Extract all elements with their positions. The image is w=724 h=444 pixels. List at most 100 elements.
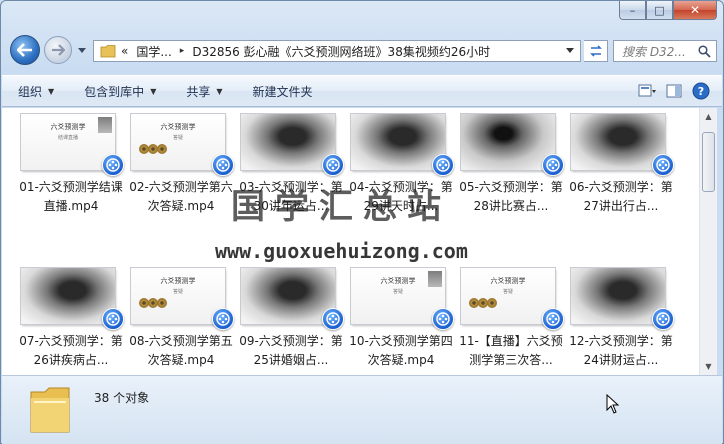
video-thumbnail (351, 114, 445, 170)
film-reel-icon (216, 158, 230, 172)
coins-icon (139, 298, 167, 308)
video-thumbnail: 六爻预测学 答疑 (351, 268, 445, 324)
video-thumbnail (571, 268, 665, 324)
thumbnail-title: 六爻预测学 (160, 123, 196, 131)
back-button[interactable] (10, 35, 40, 65)
file-name: 10-六爻预测学第四次答疑.mp4 (349, 334, 453, 367)
view-options-icon[interactable] (638, 83, 656, 99)
scroll-down-icon[interactable]: ▼ (700, 358, 717, 375)
search-placeholder: 搜索 D32... (622, 44, 686, 59)
include-in-library-menu[interactable]: 包含到库中 ▼ (84, 83, 156, 100)
search-input[interactable]: 搜索 D32... (613, 40, 717, 62)
film-reel-icon (656, 312, 670, 326)
media-player-icon (432, 308, 454, 330)
thumbnail-subtitle: 答疑 (172, 289, 183, 295)
thumbnail-subtitle: 答疑 (172, 135, 183, 141)
share-menu[interactable]: 共享 ▼ (186, 83, 222, 100)
scrollbar-thumb[interactable] (702, 132, 715, 192)
file-item[interactable]: 12-六爻预测学：第24讲财运占... (566, 268, 676, 375)
address-chevrons[interactable]: « (121, 44, 128, 58)
film-reel-icon (546, 312, 560, 326)
media-player-icon (322, 154, 344, 176)
media-player-icon (102, 154, 124, 176)
file-item[interactable]: 05-六爻预测学：第28讲比赛占... (456, 114, 566, 268)
file-name: 02-六爻预测学第六次答疑.mp4 (129, 180, 233, 213)
view-controls: ? (628, 82, 710, 100)
film-reel-icon (326, 312, 340, 326)
film-reel-icon (106, 312, 120, 326)
folder-icon (100, 45, 116, 58)
file-name: 01-六爻预测学结课直播.mp4 (19, 180, 123, 213)
video-thumbnail (21, 268, 115, 324)
file-name: 09-六爻预测学：第25讲婚姻占... (239, 334, 343, 367)
breadcrumb-root[interactable]: 国学... (136, 43, 171, 60)
video-thumbnail (241, 114, 335, 170)
video-thumbnail (241, 268, 335, 324)
file-item[interactable]: 六爻预测学 答疑 11-【直播】六爻预测学第三次答... (456, 268, 566, 375)
media-player-icon (322, 308, 344, 330)
scroll-up-icon[interactable]: ▲ (700, 108, 717, 125)
media-player-icon (432, 154, 454, 176)
video-thumbnail (571, 114, 665, 170)
video-thumbnail: 六爻预测学 答疑 (131, 114, 225, 170)
minimize-button[interactable]: – (619, 1, 646, 20)
file-name: 11-【直播】六爻预测学第三次答... (459, 334, 563, 367)
address-bar[interactable]: « 国学... ▸ D32856 彭心融《六爻预测网络班》38集视频约26小时 (93, 40, 581, 62)
breadcrumb-separator[interactable]: ▸ (180, 46, 185, 56)
address-dropdown-button[interactable] (559, 41, 581, 61)
explorer-window: – □ ✕ « 国学... ▸ D32856 彭心融《六爻预测网络班》38集视频… (0, 0, 724, 444)
chevron-down-icon: ▼ (216, 86, 223, 96)
file-item[interactable]: 06-六爻预测学：第27讲出行占... (566, 114, 676, 268)
film-reel-icon (436, 312, 450, 326)
help-icon[interactable]: ? (692, 82, 710, 100)
mouse-cursor-icon (606, 394, 620, 414)
thumbnail-title: 六爻预测学 (490, 277, 526, 285)
thumbnail-subtitle: 结课直播 (57, 135, 78, 141)
coins-icon (469, 298, 497, 308)
film-reel-icon (216, 312, 230, 326)
file-item[interactable]: 六爻预测学 答疑 08-六爻预测学第五次答疑.mp4 (126, 268, 236, 375)
thumbnail-subtitle: 答疑 (392, 289, 403, 295)
media-player-icon (542, 154, 564, 176)
navigation-bar: « 国学... ▸ D32856 彭心融《六爻预测网络班》38集视频约26小时 … (1, 31, 723, 69)
thumbnail-title: 六爻预测学 (160, 277, 196, 285)
film-reel-icon (106, 158, 120, 172)
chevron-down-icon: ▼ (48, 86, 55, 96)
file-item[interactable]: 09-六爻预测学：第25讲婚姻占... (236, 268, 346, 375)
new-folder-button[interactable]: 新建文件夹 (253, 83, 313, 100)
watermark-url: www.guoxuehuizong.com (215, 239, 468, 263)
video-thumbnail (461, 114, 555, 170)
maximize-button[interactable]: □ (646, 1, 673, 20)
media-player-icon (102, 308, 124, 330)
organize-menu[interactable]: 组织 ▼ (18, 83, 54, 100)
forward-button[interactable] (44, 36, 72, 64)
breadcrumb-current[interactable]: D32856 彭心融《六爻预测网络班》38集视频约26小时 (192, 43, 490, 60)
coins-icon (139, 144, 167, 154)
speaker-portrait (428, 271, 442, 287)
command-toolbar: 组织 ▼ 包含到库中 ▼ 共享 ▼ 新建文件夹 ? (2, 75, 722, 107)
chevron-down-icon (566, 48, 574, 53)
file-name: 12-六爻预测学：第24讲财运占... (569, 334, 673, 367)
file-name: 05-六爻预测学：第28讲比赛占... (459, 180, 563, 213)
file-item[interactable]: 六爻预测学 答疑 10-六爻预测学第四次答疑.mp4 (346, 268, 456, 375)
chevron-down-icon: ▼ (150, 86, 157, 96)
search-icon[interactable] (698, 45, 711, 58)
close-button[interactable]: ✕ (673, 1, 717, 20)
vertical-scrollbar[interactable]: ▲ ▼ (699, 108, 717, 375)
coin-icon (487, 298, 497, 308)
watermark-title: 国学汇总站 (231, 187, 451, 227)
folder-icon (30, 387, 70, 433)
recent-pages-dropdown-icon[interactable] (77, 45, 87, 55)
coin-icon (157, 144, 167, 154)
file-item[interactable]: 07-六爻预测学：第26讲疾病占... (16, 268, 126, 375)
film-reel-icon (546, 158, 560, 172)
media-player-icon (212, 308, 234, 330)
video-thumbnail: 六爻预测学 结课直播 (21, 114, 115, 170)
refresh-button[interactable] (584, 40, 608, 62)
file-item[interactable]: 六爻预测学 结课直播 01-六爻预测学结课直播.mp4 (16, 114, 126, 268)
preview-pane-icon[interactable] (666, 83, 682, 99)
film-reel-icon (326, 158, 340, 172)
film-reel-icon (656, 158, 670, 172)
file-name: 06-六爻预测学：第27讲出行占... (569, 180, 673, 213)
caption-buttons: – □ ✕ (619, 1, 717, 21)
